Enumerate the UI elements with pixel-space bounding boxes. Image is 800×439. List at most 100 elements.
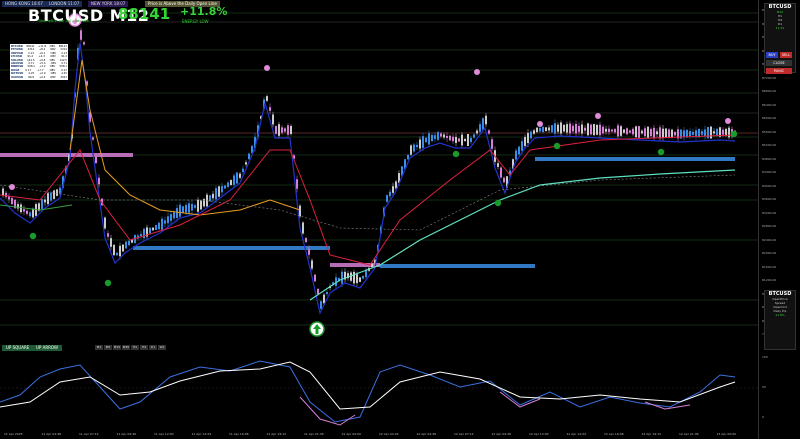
timeframe-button-m15[interactable]: M15 — [113, 345, 121, 350]
candle-body — [725, 128, 727, 136]
candle-body — [500, 167, 502, 178]
oscillator-bear-segment — [644, 401, 691, 410]
candle-body — [248, 153, 250, 160]
candle-body — [608, 128, 610, 133]
candle-body — [227, 182, 229, 188]
candle-body — [437, 132, 439, 140]
candle-body — [551, 125, 553, 133]
candle-body — [275, 126, 277, 134]
candle-body — [95, 156, 97, 164]
candle-body — [119, 245, 121, 257]
candle-body — [692, 131, 694, 135]
candle-body — [542, 126, 544, 133]
price-chart[interactable] — [0, 0, 758, 343]
candle-body — [128, 240, 130, 246]
close-button[interactable]: CLOSE — [766, 60, 792, 66]
candle-body — [362, 276, 364, 279]
candle-body — [599, 124, 601, 136]
candle-body — [656, 131, 658, 135]
candle-body — [269, 107, 271, 111]
candle-body — [200, 200, 202, 210]
sell-signal-dot — [595, 113, 601, 119]
buy-signal-dot — [730, 130, 738, 138]
candle-body — [662, 128, 664, 138]
candle-body — [635, 126, 637, 138]
change-percent: +11.8% — [180, 5, 228, 18]
candle-body — [155, 224, 157, 231]
oscillator-bear-segment — [299, 396, 356, 426]
candle-body — [221, 186, 223, 193]
candle-body — [188, 203, 190, 213]
candle-body — [182, 206, 184, 213]
candle-body — [554, 123, 556, 134]
candle-body — [83, 42, 85, 45]
market-stats-table: BTCUSD 88141 +11.8 OBV 88141 ETHUSD 2314 +8.2 OB… — [10, 44, 68, 81]
candle-body — [650, 128, 652, 137]
candle-body — [449, 135, 451, 141]
candle-body — [44, 199, 46, 203]
candle-body — [305, 237, 307, 243]
candle-body — [434, 135, 436, 139]
sell-signal-dot — [9, 184, 15, 190]
candle-body — [569, 123, 571, 134]
candle-body — [176, 208, 178, 218]
osc-tick: 50 — [762, 385, 766, 389]
candle-body — [476, 130, 478, 134]
candle-body — [638, 126, 640, 138]
oscillator-panel[interactable] — [0, 347, 758, 429]
candle-body — [152, 227, 154, 231]
candle-body — [701, 131, 703, 135]
candle-body — [629, 130, 631, 133]
timeframe-button-m30[interactable]: M30 — [122, 345, 130, 350]
candle-body — [641, 130, 643, 134]
time-tick: 12 Apr 14:24 — [566, 432, 587, 436]
buy-button[interactable]: BUY — [766, 52, 778, 58]
ema-slow-line — [69, 59, 301, 216]
candle-body — [497, 163, 499, 167]
up-square-button[interactable]: UP SQUARE — [2, 345, 34, 351]
candle-body — [704, 129, 706, 137]
candle-body — [284, 128, 286, 132]
timeframe-button-h4[interactable]: H4 — [140, 345, 148, 350]
timeframe-button-m5[interactable]: M5 — [104, 345, 112, 350]
candle-body — [17, 204, 19, 209]
candle-body — [524, 137, 526, 146]
candle-body — [215, 188, 217, 200]
candle-body — [20, 204, 22, 213]
candle-body — [281, 127, 283, 133]
zone-bar — [535, 157, 735, 161]
candle-body — [245, 162, 247, 165]
up-arrow-button[interactable]: UP ARROW — [32, 345, 63, 351]
candle-body — [236, 172, 238, 184]
candle-body — [644, 128, 646, 137]
candle-body — [605, 128, 607, 132]
sell-button[interactable]: SELL — [780, 52, 792, 58]
timeframe-button-w1[interactable]: W1 — [158, 345, 166, 350]
candle-body — [665, 128, 667, 139]
candle-body — [56, 189, 58, 196]
time-tick: 11 Apr 19:12 — [266, 432, 287, 436]
time-tick: 12 Apr 19:12 — [641, 432, 662, 436]
candle-body — [158, 222, 160, 230]
time-tick: 13 Apr 00:00 — [716, 432, 737, 436]
time-tick: 11 Apr 2025 — [4, 432, 23, 436]
candle-body — [206, 194, 208, 207]
candle-body — [422, 136, 424, 148]
timeframe-button-h1[interactable]: H1 — [131, 345, 139, 350]
candle-body — [80, 30, 82, 40]
timeframe-button-d1[interactable]: D1 — [149, 345, 157, 350]
candle-body — [179, 204, 181, 217]
candle-body — [722, 129, 724, 135]
timeframe-button-m1[interactable]: M1 — [95, 345, 103, 350]
candle-body — [197, 199, 199, 212]
candle-body — [23, 209, 25, 212]
candle-body — [314, 274, 316, 282]
candle-body — [317, 288, 319, 295]
panic-button[interactable]: PANIC — [766, 68, 792, 74]
time-tick: 12 Apr 09:36 — [491, 432, 512, 436]
candle-body — [233, 175, 235, 185]
candle-body — [572, 125, 574, 132]
candle-body — [290, 125, 292, 135]
candle-body — [467, 134, 469, 146]
candle-body — [530, 131, 532, 139]
